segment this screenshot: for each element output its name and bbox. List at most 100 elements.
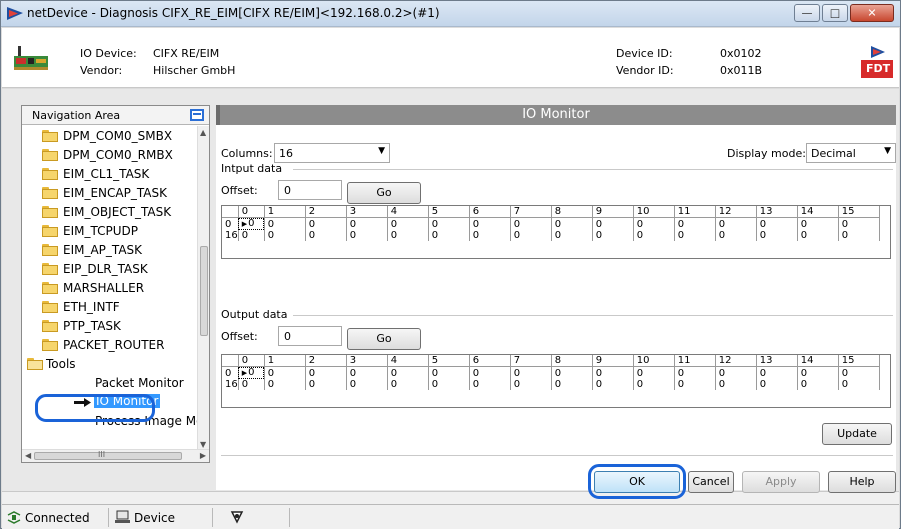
data-cell[interactable]: 0: [305, 230, 347, 241]
data-cell[interactable]: 0: [264, 366, 306, 379]
data-cell[interactable]: 0: [797, 366, 839, 379]
data-cell[interactable]: 0: [551, 379, 593, 390]
data-cell[interactable]: 0: [633, 379, 675, 390]
device-icon: [14, 46, 48, 70]
row-header: 0: [222, 217, 239, 230]
input-go-button[interactable]: Go: [347, 182, 421, 204]
device-status-icon: [115, 510, 130, 523]
data-cell[interactable]: 0: [346, 217, 388, 230]
data-cell[interactable]: 0: [346, 379, 388, 390]
data-cell[interactable]: 0: [756, 230, 798, 241]
data-cell[interactable]: 0: [633, 366, 675, 379]
data-cell[interactable]: 0: [797, 379, 839, 390]
data-cell[interactable]: 0: [305, 217, 347, 230]
data-cell[interactable]: 0: [510, 379, 552, 390]
minimize-button[interactable]: —: [794, 4, 820, 22]
columns-select[interactable]: 16 ▼: [274, 143, 390, 163]
data-cell[interactable]: 0: [551, 230, 593, 241]
display-mode-select[interactable]: Decimal ▼: [806, 143, 896, 163]
data-cell[interactable]: 0: [305, 366, 347, 379]
data-cell[interactable]: 0: [346, 366, 388, 379]
data-cell[interactable]: 0: [592, 230, 634, 241]
input-data-grid[interactable]: 0 1 2 3 4 5 6 7 8 9 10 11 12 13 14 15 0 …: [221, 205, 891, 259]
data-cell[interactable]: 0: [469, 379, 511, 390]
data-cell[interactable]: ▶0: [238, 217, 265, 230]
data-cell[interactable]: 0: [428, 366, 470, 379]
data-cell[interactable]: 0: [510, 217, 552, 230]
update-button[interactable]: Update: [822, 423, 892, 445]
scroll-down-icon[interactable]: ▼: [200, 440, 206, 449]
output-go-button[interactable]: Go: [347, 328, 421, 350]
navigation-vertical-scrollbar[interactable]: ▲ ▼: [197, 126, 209, 451]
data-cell[interactable]: 0: [592, 379, 634, 390]
data-cell[interactable]: 0: [264, 217, 306, 230]
data-cell[interactable]: 0: [592, 366, 634, 379]
data-cell[interactable]: 0: [674, 366, 716, 379]
navigation-horizontal-scrollbar[interactable]: ◀ III ▶: [22, 449, 209, 462]
data-cell[interactable]: 0: [674, 379, 716, 390]
data-cell[interactable]: 0: [469, 217, 511, 230]
data-cell[interactable]: 0: [387, 217, 429, 230]
vendor-label: Vendor:: [80, 64, 123, 77]
data-cell[interactable]: 0: [305, 379, 347, 390]
data-cell[interactable]: 0: [756, 366, 798, 379]
data-cell[interactable]: 0: [264, 379, 306, 390]
data-cell[interactable]: 0: [428, 379, 470, 390]
folder-icon: [42, 187, 58, 199]
data-cell[interactable]: 0: [674, 230, 716, 241]
data-cell[interactable]: 0: [715, 230, 757, 241]
data-cell[interactable]: 0: [428, 217, 470, 230]
panel-toggle-icon[interactable]: [190, 109, 204, 121]
data-cell[interactable]: 0: [838, 217, 880, 230]
data-cell[interactable]: 0: [756, 379, 798, 390]
data-cell[interactable]: 0: [633, 217, 675, 230]
data-cell[interactable]: 0: [592, 217, 634, 230]
output-offset-field[interactable]: 0: [278, 326, 342, 346]
data-cell[interactable]: 0: [238, 379, 265, 390]
data-cell[interactable]: 0: [715, 366, 757, 379]
scroll-thumb[interactable]: [200, 246, 208, 336]
data-cell[interactable]: 0: [838, 366, 880, 379]
scroll-right-icon[interactable]: ▶: [200, 451, 206, 460]
data-cell[interactable]: 0: [551, 366, 593, 379]
data-cell[interactable]: 0: [551, 217, 593, 230]
data-cell[interactable]: 0: [469, 366, 511, 379]
data-cell[interactable]: 0: [715, 379, 757, 390]
data-cell[interactable]: 0: [510, 366, 552, 379]
io-device-label: IO Device:: [80, 47, 137, 60]
ok-button[interactable]: OK: [594, 471, 680, 493]
data-cell[interactable]: 0: [756, 217, 798, 230]
window-title: netDevice - Diagnosis CIFX_RE_EIM[CIFX R…: [27, 6, 440, 20]
status-bar: Connected Device: [2, 504, 899, 529]
data-cell[interactable]: 0: [715, 217, 757, 230]
data-cell[interactable]: 0: [346, 230, 388, 241]
data-cell[interactable]: 0: [838, 230, 880, 241]
data-cell[interactable]: 0: [510, 230, 552, 241]
data-cell[interactable]: 0: [797, 217, 839, 230]
data-cell[interactable]: 0: [674, 217, 716, 230]
data-cell[interactable]: 0: [238, 230, 265, 241]
data-cell[interactable]: 0: [633, 230, 675, 241]
apply-button[interactable]: Apply: [742, 471, 820, 493]
data-cell[interactable]: 0: [428, 230, 470, 241]
help-button[interactable]: Help: [828, 471, 896, 493]
data-cell[interactable]: 0: [797, 230, 839, 241]
data-cell[interactable]: 0: [387, 366, 429, 379]
data-cell[interactable]: 0: [264, 230, 306, 241]
data-cell[interactable]: 0: [838, 379, 880, 390]
input-offset-field[interactable]: 0: [278, 180, 342, 200]
close-button[interactable]: ✕: [850, 4, 894, 22]
tree-item-label: EIM_CL1_TASK: [63, 167, 150, 181]
data-cell[interactable]: 0: [387, 230, 429, 241]
maximize-button[interactable]: □: [822, 4, 848, 22]
scroll-left-icon[interactable]: ◀: [25, 451, 31, 460]
output-data-grid[interactable]: 0 1 2 3 4 5 6 7 8 9 10 11 12 13 14 15 0 …: [221, 354, 891, 408]
scroll-up-icon[interactable]: ▲: [200, 128, 206, 137]
tree-item-io-monitor[interactable]: IO Monitor: [22, 393, 197, 412]
fdt-logo-text: FDT: [866, 62, 891, 75]
cancel-button[interactable]: Cancel: [688, 471, 734, 493]
data-cell[interactable]: ▶0: [238, 366, 265, 379]
data-cell[interactable]: 0: [387, 379, 429, 390]
scroll-thumb[interactable]: III: [34, 450, 182, 460]
data-cell[interactable]: 0: [469, 230, 511, 241]
